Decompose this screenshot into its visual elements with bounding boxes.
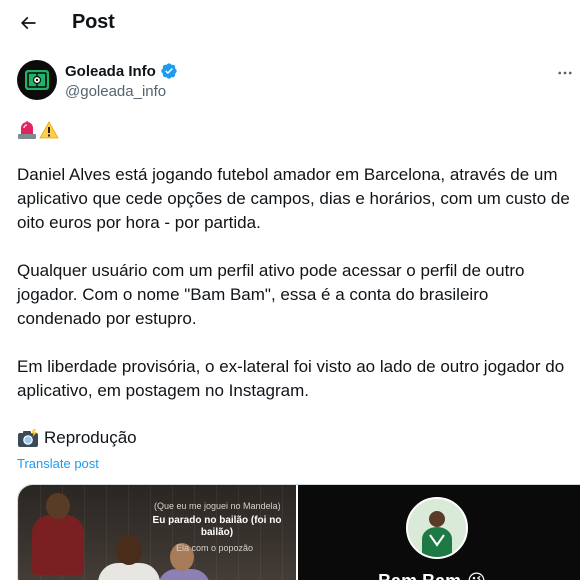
verified-badge-icon xyxy=(161,63,177,79)
post-paragraph: Qualquer usuário com um perfil ativo pod… xyxy=(17,261,525,328)
image-caption-main: Eu parado no bailão (foi no bailão) xyxy=(152,515,282,538)
profile-name-text: Bam Bam xyxy=(378,571,461,580)
post-text: Daniel Alves está jogando futebol amador… xyxy=(17,163,577,427)
profile-name: Bam Bam 😉 xyxy=(378,571,486,580)
author-display-name[interactable]: Goleada Info xyxy=(65,63,156,80)
media-image-2[interactable]: Bam Bam 😉 xyxy=(298,485,580,580)
post-paragraph: Daniel Alves está jogando futebol amador… xyxy=(17,165,570,232)
top-bar: Post xyxy=(0,0,580,46)
person-figure xyxy=(32,515,84,575)
wink-emoji: 😉 xyxy=(467,571,486,580)
profile-photo xyxy=(406,497,469,559)
avatar[interactable] xyxy=(17,60,57,100)
page-title: Post xyxy=(72,11,115,33)
camera-flash-icon xyxy=(18,429,38,447)
author-handle[interactable]: @goleada_info xyxy=(65,83,166,100)
post-author: Goleada Info @goleada_info xyxy=(17,60,577,104)
image-caption-top: (Que eu me joguei no Mandela) xyxy=(154,501,281,511)
media-image-1[interactable]: (Que eu me joguei no Mandela) Eu parado … xyxy=(18,485,297,580)
photo-credit-text: Reprodução xyxy=(44,428,137,447)
back-button[interactable] xyxy=(12,7,44,39)
more-horizontal-icon xyxy=(558,71,572,75)
arrow-left-icon xyxy=(20,16,36,30)
person-figure xyxy=(98,563,160,580)
police-light-icon xyxy=(18,121,36,139)
warning-icon xyxy=(39,121,59,139)
person-figure xyxy=(116,535,142,565)
image-caption-sub: Ela com o popozão xyxy=(176,543,254,553)
photo-credit: Reprodução xyxy=(17,428,137,448)
player-photo-icon xyxy=(408,499,467,557)
alert-emojis xyxy=(17,119,59,141)
person-figure xyxy=(46,493,70,519)
goleada-logo-icon xyxy=(25,70,49,90)
translate-post-link[interactable]: Translate post xyxy=(17,456,99,471)
name-row: Goleada Info xyxy=(65,62,178,80)
more-options-button[interactable] xyxy=(553,62,577,84)
post-paragraph: Em liberdade provisória, o ex-lateral fo… xyxy=(17,357,565,400)
media-gallery: (Que eu me joguei no Mandela) Eu parado … xyxy=(17,484,580,580)
